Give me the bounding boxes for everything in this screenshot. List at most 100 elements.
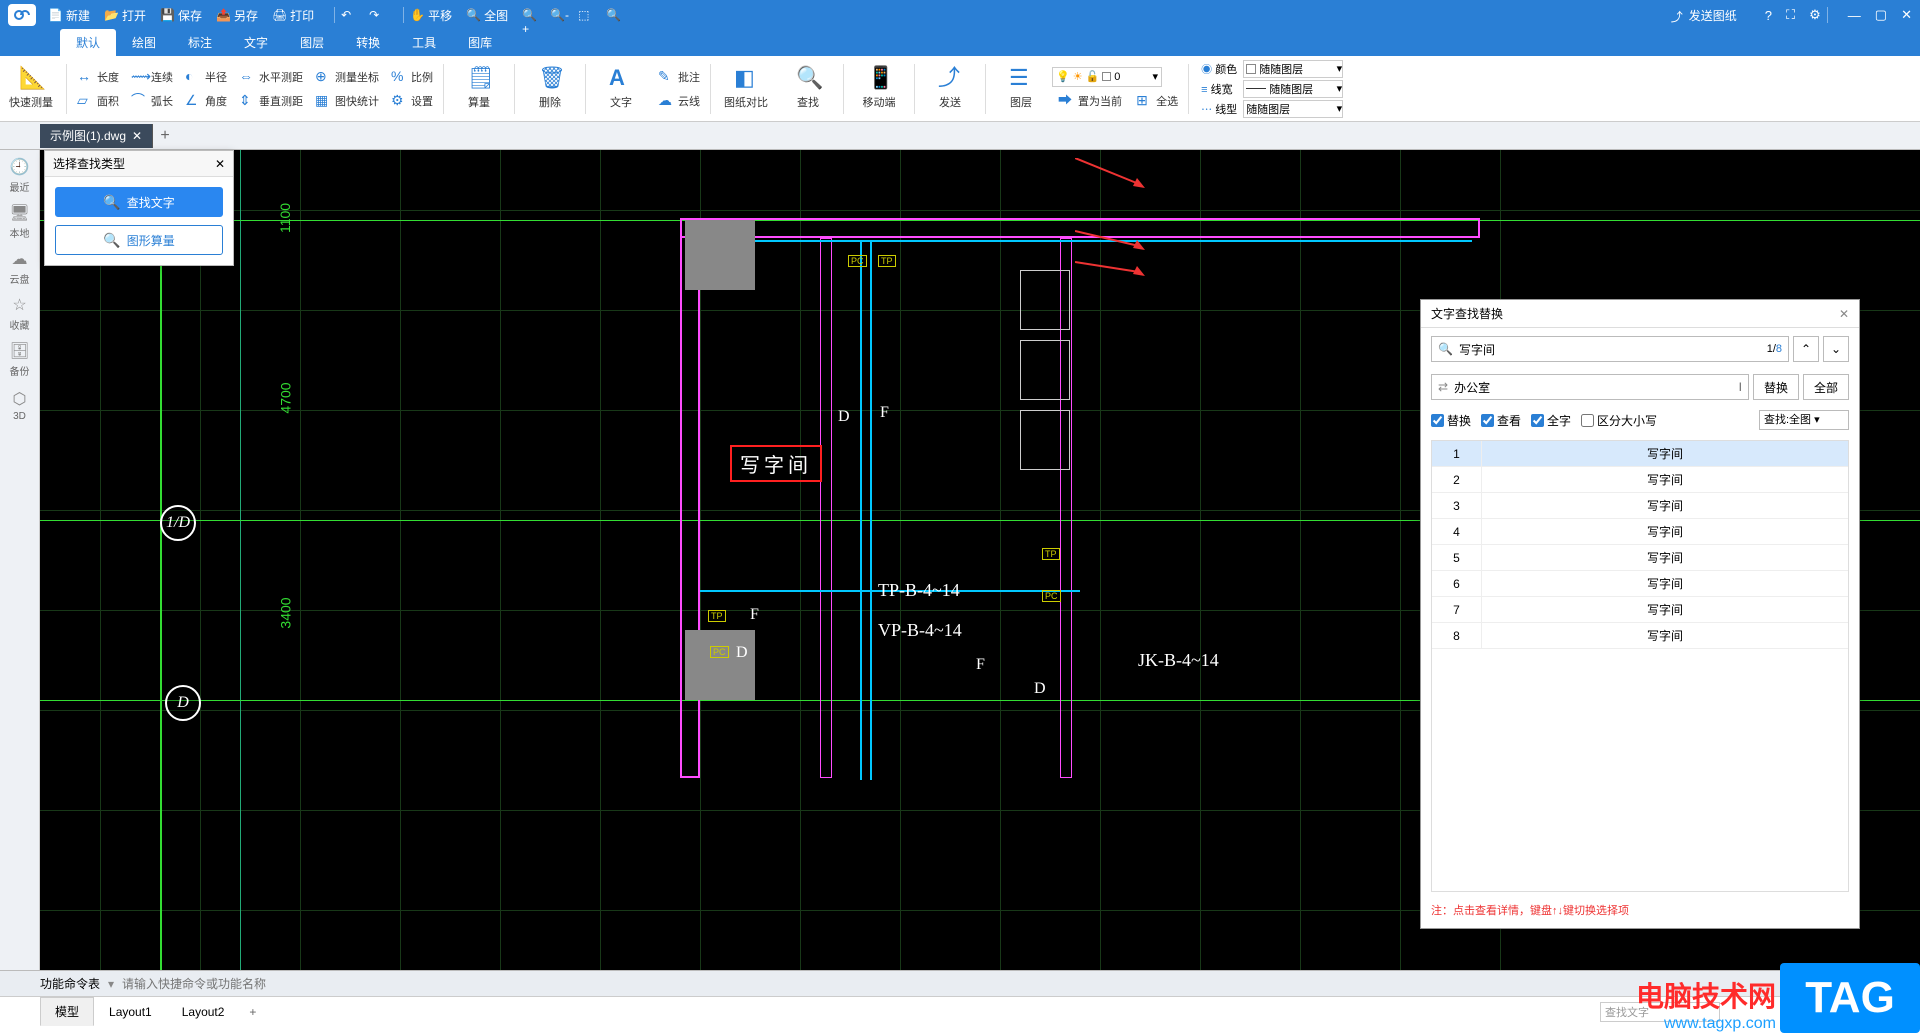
result-row[interactable]: 4写字间	[1432, 519, 1848, 545]
qa-zoomin[interactable]: 🔍+	[522, 8, 536, 22]
measure-arc[interactable]: ⌒弧长	[125, 91, 179, 111]
sidebar-cloud[interactable]: ☁云盘	[2, 246, 38, 288]
qa-zoomwin[interactable]: ⬚	[578, 8, 592, 22]
calc-button[interactable]: 🗒算量	[452, 59, 506, 119]
measure-scale[interactable]: %比例	[385, 67, 439, 87]
result-row[interactable]: 1写字间	[1432, 441, 1848, 467]
tab-tool[interactable]: 工具	[396, 29, 452, 56]
opt-replace[interactable]: 替换	[1431, 412, 1471, 429]
qa-save[interactable]: 💾保存	[160, 7, 202, 24]
prev-result-button[interactable]: ⌃	[1793, 336, 1819, 362]
find-button[interactable]: 🔍查找	[781, 59, 835, 119]
result-row[interactable]: 6写字间	[1432, 571, 1848, 597]
layout-1[interactable]: Layout1	[94, 999, 167, 1025]
set-current[interactable]: ⮕置为当前 ⊞全选	[1052, 91, 1184, 111]
command-input[interactable]	[122, 974, 1920, 994]
doc-tab[interactable]: 示例图(1).dwg ✕	[40, 124, 153, 148]
tab-annotate[interactable]: 标注	[172, 29, 228, 56]
measure-hdist[interactable]: ⇔水平测距	[233, 67, 309, 87]
lineweight-selector[interactable]: 随随图层▾	[1243, 80, 1343, 98]
tab-library[interactable]: 图库	[452, 29, 508, 56]
close-icon[interactable]: ✕	[215, 157, 225, 171]
tab-draw[interactable]: 绘图	[116, 29, 172, 56]
sidebar-backup[interactable]: 🗄备份	[2, 338, 38, 380]
cloud-button[interactable]: ☁云线	[652, 91, 706, 111]
linetype-selector[interactable]: 随随图层▾	[1243, 100, 1343, 118]
result-row[interactable]: 3写字间	[1432, 493, 1848, 519]
replace-all-button[interactable]: 全部	[1803, 374, 1849, 400]
measure-radius[interactable]: ◐半径	[179, 67, 233, 87]
measure-length[interactable]: ↔长度	[71, 67, 125, 87]
mobile-button[interactable]: 📱移动端	[852, 59, 906, 119]
opt-whole[interactable]: 全字	[1531, 412, 1571, 429]
layout-model[interactable]: 模型	[40, 997, 94, 1026]
add-tab-button[interactable]: +	[153, 127, 177, 145]
qa-new[interactable]: 📄新建	[48, 7, 90, 24]
help-icon[interactable]: ?	[1765, 8, 1772, 23]
qa-open[interactable]: 📂打开	[104, 7, 146, 24]
annotate-button[interactable]: ✎批注	[652, 67, 706, 87]
label-tp3: TP	[1042, 548, 1060, 560]
measure-area[interactable]: ▱面积	[71, 91, 125, 111]
sidebar-local[interactable]: 🖥本地	[2, 200, 38, 242]
layer-selector[interactable]: 💡 ☀ 🔓 0 ▾	[1052, 67, 1162, 87]
zoomwin-icon: ⬚	[578, 8, 592, 22]
find-text-button[interactable]: 🔍 查找文字	[55, 187, 223, 217]
arrow-3	[1075, 258, 1145, 276]
opt-case[interactable]: 区分大小写	[1581, 412, 1657, 429]
find-shape-button[interactable]: 🔍 图形算量	[55, 225, 223, 255]
tab-default[interactable]: 默认	[60, 29, 116, 56]
result-row[interactable]: 5写字间	[1432, 545, 1848, 571]
fullscreen-icon[interactable]: ⛶	[1786, 7, 1795, 23]
sidebar-3d[interactable]: ⬡3D	[2, 384, 38, 426]
tab-layer[interactable]: 图层	[284, 29, 340, 56]
qa-undo[interactable]: ↶	[341, 8, 355, 22]
result-row[interactable]: 8写字间	[1432, 623, 1848, 649]
sidebar-recent[interactable]: 🕘最近	[2, 154, 38, 196]
next-result-button[interactable]: ⌄	[1823, 336, 1849, 362]
send-drawing[interactable]: ⤴发送图纸	[1671, 7, 1737, 24]
bottom-search[interactable]: 查找文字	[1600, 1002, 1720, 1022]
qa-print[interactable]: 🖨打印	[272, 7, 314, 24]
layer-button[interactable]: ☰图层	[994, 59, 1048, 119]
layout-2[interactable]: Layout2	[167, 999, 240, 1025]
qa-saveas[interactable]: 📤另存	[216, 7, 258, 24]
send-button[interactable]: ⤴发送	[923, 59, 977, 119]
qa-pan[interactable]: ✋平移	[410, 7, 452, 24]
close-icon[interactable]: ✕	[1901, 7, 1912, 23]
chevron-down-icon[interactable]: ▾	[108, 977, 114, 991]
replace-input[interactable]	[1454, 380, 1733, 394]
qa-zoomout[interactable]: 🔍-	[550, 8, 564, 22]
qa-redo[interactable]: ↷	[369, 8, 383, 22]
delete-button[interactable]: 🗑删除	[523, 59, 577, 119]
replace-button[interactable]: 替换	[1753, 374, 1799, 400]
close-tab-icon[interactable]: ✕	[132, 129, 142, 143]
sidebar-fav[interactable]: ☆收藏	[2, 292, 38, 334]
tab-convert[interactable]: 转换	[340, 29, 396, 56]
text-button[interactable]: A文字	[594, 59, 648, 119]
result-text: 写字间	[1482, 597, 1848, 622]
scope-selector[interactable]: 查找:全图 ▾	[1759, 410, 1849, 430]
measure-coord[interactable]: ⊕测量坐标	[309, 67, 385, 87]
qa-zoomobj[interactable]: 🔍	[606, 8, 620, 22]
tab-text[interactable]: 文字	[228, 29, 284, 56]
measure-continuous[interactable]: ⟿连续	[125, 67, 179, 87]
add-layout-button[interactable]: +	[239, 1001, 266, 1023]
minimize-icon[interactable]: —	[1848, 8, 1861, 23]
measure-settings[interactable]: ⚙设置	[385, 91, 439, 111]
measure-angle[interactable]: ∠角度	[179, 91, 233, 111]
quick-measure-button[interactable]: 📐 快速测量	[4, 59, 58, 119]
block-stats[interactable]: ▦图快统计	[309, 91, 385, 111]
close-icon[interactable]: ✕	[1839, 307, 1849, 321]
search-input[interactable]	[1459, 342, 1761, 356]
measure-vdist[interactable]: ⇕垂直测距	[233, 91, 309, 111]
opt-view[interactable]: 查看	[1481, 412, 1521, 429]
color-selector[interactable]: 随随图层▾	[1243, 60, 1343, 78]
settings-icon[interactable]: ⚙	[1809, 7, 1821, 23]
qa-zoomall[interactable]: 🔍全图	[466, 7, 508, 24]
new-icon: 📄	[48, 8, 62, 22]
result-row[interactable]: 2写字间	[1432, 467, 1848, 493]
maximize-icon[interactable]: ▢	[1875, 7, 1887, 23]
compare-button[interactable]: ◧图纸对比	[719, 59, 773, 119]
result-row[interactable]: 7写字间	[1432, 597, 1848, 623]
